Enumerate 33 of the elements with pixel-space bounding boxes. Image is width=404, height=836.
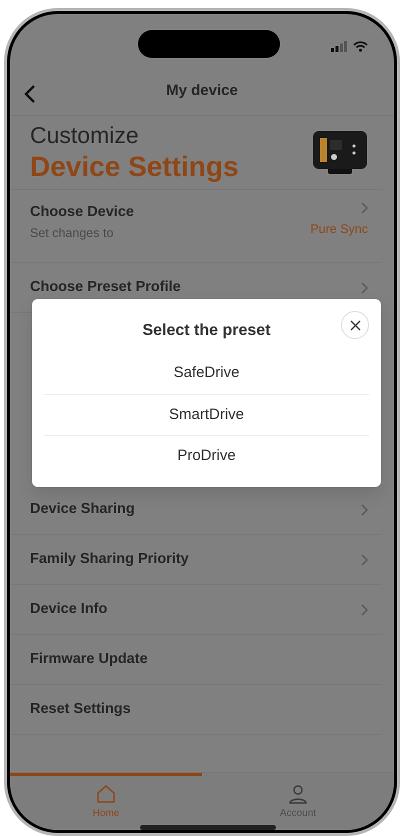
row-title: Firmware Update — [30, 650, 148, 669]
home-icon — [96, 784, 116, 804]
row-title: Choose Device — [30, 203, 134, 222]
settings-row[interactable]: Device Info — [10, 585, 382, 636]
screen-title: My device — [166, 81, 238, 102]
preset-option[interactable]: SafeDrive — [44, 353, 369, 395]
settings-row[interactable]: Family Sharing Priority — [10, 535, 382, 586]
chevron-icon — [361, 504, 368, 516]
dialog-title: Select the preset — [141, 321, 272, 342]
chevron-icon — [361, 282, 368, 294]
signal-icon — [331, 41, 347, 52]
heading-text: Device Settings — [30, 150, 239, 184]
preset-option[interactable]: ProDrive — [44, 436, 369, 477]
row-title: Device Info — [30, 600, 108, 619]
settings-row[interactable]: Device Sharing — [10, 485, 382, 536]
person-icon — [288, 784, 308, 804]
row-title: Family Sharing Priority — [30, 550, 189, 569]
preset-option[interactable]: SmartDrive — [44, 394, 369, 436]
row-title: Device Sharing — [30, 500, 135, 519]
row-title: Reset Settings — [30, 700, 131, 719]
chevron-icon — [361, 604, 368, 616]
settings-row[interactable]: Firmware Update — [10, 635, 382, 686]
settings-row[interactable]: Reset Settings — [10, 685, 382, 736]
row-title: Choose Preset Profile — [30, 278, 181, 297]
device-drawing — [312, 130, 368, 176]
chevron-icon — [361, 202, 368, 214]
heading-text: Customize — [30, 122, 140, 150]
back-icon — [24, 84, 36, 104]
wifi-icon — [353, 41, 368, 52]
row-value: Pure Sync — [310, 221, 368, 238]
close-button[interactable] — [341, 311, 369, 340]
close-icon — [350, 320, 360, 331]
chevron-icon — [361, 554, 368, 566]
